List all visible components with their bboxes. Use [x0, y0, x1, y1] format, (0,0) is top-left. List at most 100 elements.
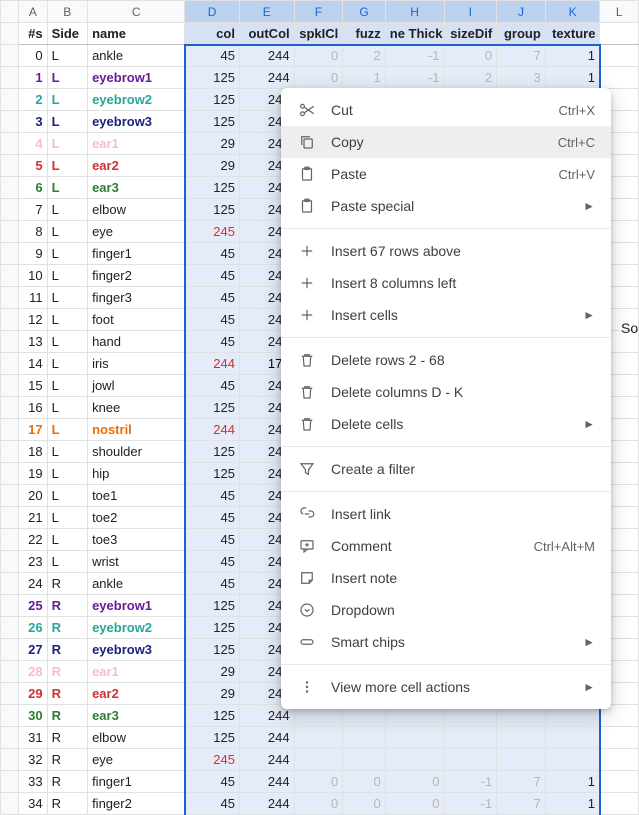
- cell[interactable]: 0: [343, 793, 386, 815]
- cell[interactable]: 45: [185, 309, 240, 331]
- cell[interactable]: [600, 45, 639, 67]
- cell[interactable]: R: [47, 771, 88, 793]
- cell[interactable]: ear2: [88, 155, 185, 177]
- cell[interactable]: L: [47, 67, 88, 89]
- cell[interactable]: 125: [185, 617, 240, 639]
- menu-dropdown[interactable]: Dropdown: [281, 594, 611, 626]
- cell[interactable]: eye: [88, 221, 185, 243]
- cell[interactable]: finger2: [88, 265, 185, 287]
- row-header[interactable]: [1, 199, 19, 221]
- cell[interactable]: ear3: [88, 177, 185, 199]
- cell[interactable]: [600, 771, 639, 793]
- row-header[interactable]: [1, 67, 19, 89]
- cell[interactable]: 29: [185, 661, 240, 683]
- cell[interactable]: [385, 749, 444, 771]
- cell[interactable]: [294, 727, 343, 749]
- cell[interactable]: eyebrow3: [88, 639, 185, 661]
- row-header[interactable]: [1, 485, 19, 507]
- row-header[interactable]: [1, 551, 19, 573]
- cell[interactable]: 245: [185, 749, 240, 771]
- cell[interactable]: [444, 749, 497, 771]
- cell[interactable]: L: [47, 89, 88, 111]
- cell[interactable]: 5: [19, 155, 47, 177]
- cell[interactable]: ankle: [88, 45, 185, 67]
- row-header[interactable]: [1, 45, 19, 67]
- cell[interactable]: 30: [19, 705, 47, 727]
- cell[interactable]: [600, 727, 639, 749]
- cell[interactable]: ear3: [88, 705, 185, 727]
- cell[interactable]: 45: [185, 265, 240, 287]
- menu-comment[interactable]: Comment Ctrl+Alt+M: [281, 530, 611, 562]
- cell[interactable]: finger1: [88, 243, 185, 265]
- cell[interactable]: 24: [19, 573, 47, 595]
- row-header[interactable]: [1, 265, 19, 287]
- cell[interactable]: iris: [88, 353, 185, 375]
- cell[interactable]: 125: [185, 727, 240, 749]
- menu-cut[interactable]: Cut Ctrl+X: [281, 94, 611, 126]
- cell[interactable]: R: [47, 661, 88, 683]
- cell[interactable]: eyebrow2: [88, 617, 185, 639]
- row-header[interactable]: [1, 749, 19, 771]
- cell[interactable]: ear1: [88, 133, 185, 155]
- cell[interactable]: 31: [19, 727, 47, 749]
- cell[interactable]: 125: [185, 111, 240, 133]
- cell[interactable]: L: [47, 397, 88, 419]
- header-cell[interactable]: spkICl: [294, 23, 343, 45]
- row-header[interactable]: [1, 133, 19, 155]
- cell[interactable]: ear1: [88, 661, 185, 683]
- cell[interactable]: 2: [444, 67, 497, 89]
- menu-delete-cols[interactable]: Delete columns D - K: [281, 376, 611, 408]
- cell[interactable]: -1: [385, 67, 444, 89]
- cell[interactable]: 0: [444, 45, 497, 67]
- header-cell[interactable]: ne Thick: [385, 23, 444, 45]
- row-header[interactable]: [1, 177, 19, 199]
- cell[interactable]: hand: [88, 331, 185, 353]
- cell[interactable]: 45: [185, 485, 240, 507]
- cell[interactable]: L: [47, 243, 88, 265]
- cell[interactable]: 125: [185, 89, 240, 111]
- cell[interactable]: [497, 727, 546, 749]
- row-header[interactable]: [1, 573, 19, 595]
- cell[interactable]: 34: [19, 793, 47, 815]
- column-header-E[interactable]: E: [239, 1, 294, 23]
- cell[interactable]: 1: [545, 67, 600, 89]
- cell[interactable]: 0: [19, 45, 47, 67]
- column-header-L[interactable]: L: [600, 1, 639, 23]
- header-cell[interactable]: outCol: [239, 23, 294, 45]
- cell[interactable]: 27: [19, 639, 47, 661]
- cell[interactable]: L: [47, 111, 88, 133]
- cell[interactable]: shoulder: [88, 441, 185, 463]
- row-header[interactable]: [1, 111, 19, 133]
- cell[interactable]: 6: [19, 177, 47, 199]
- row-header[interactable]: [1, 595, 19, 617]
- cell[interactable]: 45: [185, 243, 240, 265]
- cell[interactable]: 21: [19, 507, 47, 529]
- cell[interactable]: 125: [185, 397, 240, 419]
- cell[interactable]: L: [47, 375, 88, 397]
- header-cell[interactable]: fuzz: [343, 23, 386, 45]
- cell[interactable]: -1: [444, 793, 497, 815]
- row-header[interactable]: [1, 793, 19, 815]
- cell[interactable]: L: [47, 507, 88, 529]
- cell[interactable]: -1: [444, 771, 497, 793]
- column-header-A[interactable]: A: [19, 1, 47, 23]
- cell[interactable]: 18: [19, 441, 47, 463]
- cell[interactable]: L: [47, 287, 88, 309]
- cell[interactable]: L: [47, 199, 88, 221]
- column-header-F[interactable]: F: [294, 1, 343, 23]
- row-header[interactable]: [1, 529, 19, 551]
- row-header[interactable]: [1, 441, 19, 463]
- cell[interactable]: [600, 749, 639, 771]
- cell[interactable]: 0: [294, 771, 343, 793]
- cell[interactable]: 1: [545, 45, 600, 67]
- cell[interactable]: 245: [185, 221, 240, 243]
- cell[interactable]: R: [47, 793, 88, 815]
- column-header-I[interactable]: I: [444, 1, 497, 23]
- row-header[interactable]: [1, 331, 19, 353]
- cell[interactable]: 8: [19, 221, 47, 243]
- cell[interactable]: 29: [185, 133, 240, 155]
- header-cell[interactable]: col: [185, 23, 240, 45]
- cell[interactable]: 45: [185, 551, 240, 573]
- cell[interactable]: 22: [19, 529, 47, 551]
- cell[interactable]: jowl: [88, 375, 185, 397]
